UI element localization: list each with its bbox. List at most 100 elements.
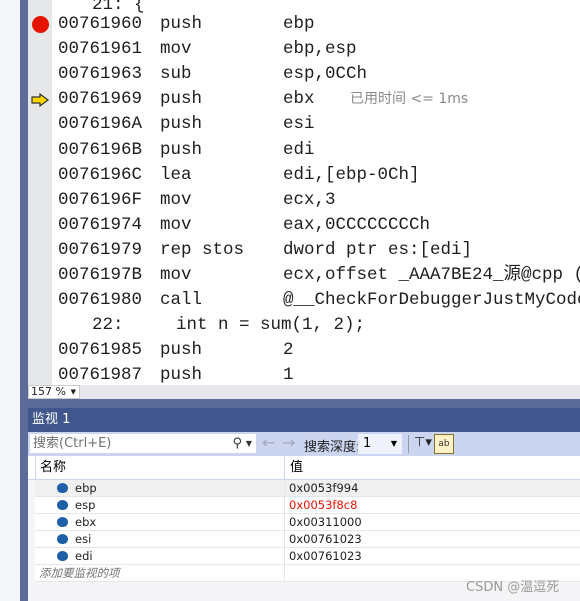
watch-value[interactable]: 0x00761023 (289, 548, 362, 564)
address: 00761963 (58, 64, 143, 85)
divider (35, 456, 36, 480)
mnemonic: sub (160, 64, 192, 85)
watch-row[interactable]: edi 0x00761023 (35, 548, 580, 565)
chevron-down-icon: ▼ (390, 439, 397, 448)
mnemonic: mov (160, 214, 192, 235)
address: 0076196C (58, 164, 143, 185)
add-watch-placeholder[interactable]: 添加要监视的项 (39, 565, 120, 581)
divider (284, 497, 285, 514)
watch-name[interactable]: edi (75, 548, 93, 564)
elapsed-time-hint: 已用时间 <= 1ms (350, 91, 469, 108)
source-text: 22: int n = sum(1, 2); (92, 315, 366, 336)
address: 0076197B (58, 265, 143, 285)
zoom-select[interactable]: 157 % ▼ (28, 385, 80, 399)
address: 00761969 (58, 89, 143, 110)
address: 00761987 (58, 365, 143, 385)
operands: esp,0CCh (283, 64, 368, 85)
mnemonic: mov (160, 39, 192, 60)
address: 00761961 (58, 39, 143, 60)
operands: 2 (283, 340, 294, 361)
search-icon[interactable]: ⚲ (232, 434, 242, 453)
breakpoint-icon[interactable] (32, 16, 49, 33)
mnemonic: push (160, 139, 203, 160)
watch-row[interactable]: esi 0x00761023 (35, 531, 580, 548)
address: 00761960 (58, 14, 143, 34)
divider (284, 548, 285, 565)
watch-name[interactable]: ebp (75, 480, 97, 496)
mnemonic: lea (160, 164, 192, 185)
watch-name[interactable]: esp (75, 497, 95, 513)
address: 0076196B (58, 139, 143, 160)
divider (284, 531, 285, 548)
mnemonic: push (160, 114, 203, 135)
watch-name[interactable]: ebx (75, 514, 96, 530)
mnemonic: call (160, 290, 203, 311)
operands: eax,0CCCCCCCCh (283, 214, 431, 235)
search-input[interactable]: 搜索(Ctrl+E) ⚲ ▼ (29, 433, 257, 454)
watch-row[interactable]: ebp 0x0053f994 (35, 480, 580, 497)
current-instruction-arrow-icon (31, 92, 49, 108)
watch-toolbar: 搜索(Ctrl+E) ⚲ ▼ ← → 搜索深度: 1 ▼ ⊤▾ ab (28, 432, 580, 456)
operands: ecx,3 (283, 189, 336, 210)
splitter[interactable] (28, 399, 580, 408)
hex-display-toggle-icon[interactable]: ab (434, 434, 454, 454)
variable-icon (57, 483, 68, 493)
pin-filter-icon[interactable]: ⊤▾ (414, 435, 432, 450)
column-header: 名称 值 (28, 456, 580, 480)
operands: ebp (283, 14, 315, 34)
watch-value[interactable]: 0x0053f8c8 (289, 497, 357, 513)
operands: ecx,offset _AAA7BE24_源@cpp (0 (283, 265, 580, 285)
operands: dword ptr es:[edi] (283, 239, 473, 260)
search-depth-select[interactable]: 1 ▼ (358, 434, 402, 454)
search-depth-label: 搜索深度: (304, 440, 361, 455)
variable-icon (57, 551, 68, 561)
address: 00761985 (58, 340, 143, 361)
column-value-header[interactable]: 值 (290, 456, 303, 480)
mnemonic: push (160, 89, 203, 110)
mnemonic: push (160, 14, 203, 34)
address: 00761979 (58, 239, 143, 260)
toolbar-divider (408, 435, 409, 453)
operands: 1 (283, 365, 294, 385)
watermark: CSDN @温逗死 (466, 580, 560, 595)
address: 0076196A (58, 114, 143, 135)
column-resize-handle[interactable] (284, 456, 285, 480)
depth-value: 1 (363, 436, 372, 451)
mnemonic: push (160, 365, 203, 385)
search-placeholder: 搜索(Ctrl+E) (33, 436, 112, 451)
watch-value[interactable]: 0x0053f994 (289, 480, 358, 496)
zoom-bar: 157 % ▼ (28, 385, 580, 399)
mnemonic: rep stos (160, 239, 245, 260)
breakpoint-gutter[interactable] (28, 0, 52, 385)
address: 00761980 (58, 290, 143, 311)
operands: ebp,esp (283, 39, 357, 60)
watch-row[interactable]: esp 0x0053f8c8 (35, 497, 580, 514)
divider (284, 514, 285, 531)
chevron-down-icon: ▼ (70, 388, 76, 396)
left-margin (0, 0, 20, 601)
variable-icon (57, 517, 68, 527)
watch-value[interactable]: 0x00761023 (289, 531, 362, 547)
operands: edi (283, 139, 315, 160)
forward-arrow-icon[interactable]: → (282, 433, 295, 452)
zoom-value: 157 % (31, 385, 66, 398)
divider (284, 480, 285, 497)
column-name-header[interactable]: 名称 (40, 456, 66, 480)
address: 00761974 (58, 214, 143, 235)
variable-icon (57, 500, 68, 510)
watch-panel-title: 监视 1 (28, 408, 580, 432)
operands: ebx (283, 89, 315, 110)
address: 0076196F (58, 189, 143, 210)
mnemonic: push (160, 340, 203, 361)
watch-row[interactable]: ebx 0x00311000 (35, 514, 580, 531)
mnemonic: mov (160, 189, 192, 210)
watch-name[interactable]: esi (75, 531, 91, 547)
operands: edi,[ebp-0Ch] (283, 164, 420, 185)
disassembly-view[interactable]: 21: { 00761960 push ebp 00761961 mov ebp,esp 0… (28, 0, 580, 385)
watch-value[interactable]: 0x00311000 (289, 514, 362, 530)
operands: esi (283, 114, 315, 135)
chevron-down-icon[interactable]: ▼ (246, 434, 252, 453)
variable-icon (57, 534, 68, 544)
divider (284, 565, 285, 582)
back-arrow-icon[interactable]: ← (262, 433, 275, 452)
